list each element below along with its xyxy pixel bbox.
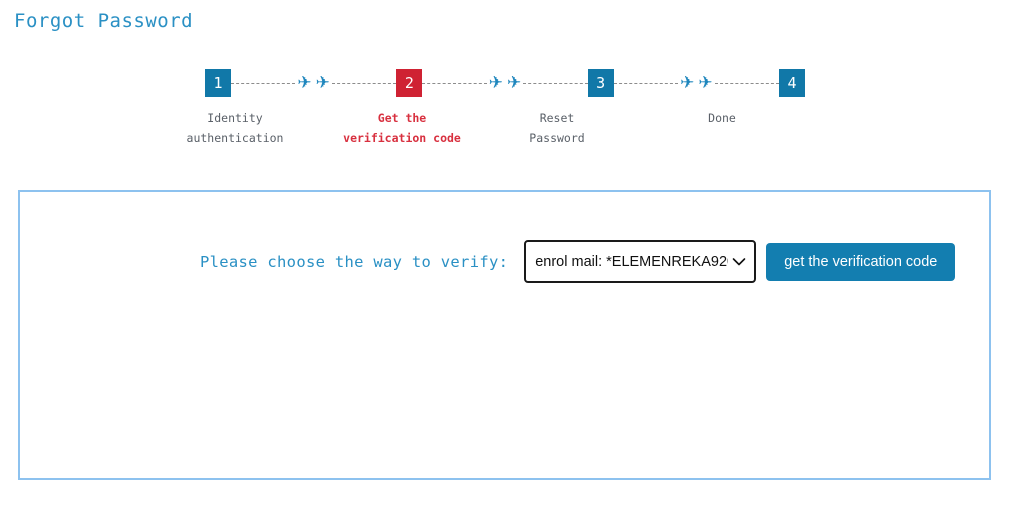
step-label-3: Reset Password [472, 108, 642, 148]
step-connector-2-3: ✈ ✈ [422, 69, 588, 97]
step-label-4: Done [637, 108, 807, 128]
get-verification-code-button[interactable]: get the verification code [766, 242, 956, 281]
step-label-2: Get the verification code [317, 108, 487, 148]
step-label-3-line2: Password [529, 131, 585, 145]
verification-panel: Please choose the way to verify: enrol m… [18, 190, 991, 480]
airplane-icon: ✈ [680, 72, 695, 92]
step-label-3-line1: Reset [539, 111, 575, 125]
connector-dash [523, 82, 588, 84]
step-number-3: 3 [596, 73, 606, 92]
step-number-4: 4 [787, 73, 797, 92]
step-label-4-line1: Done [708, 111, 736, 125]
step-label-1-line2: authentication [186, 131, 284, 145]
step-box-2[interactable]: 2 [396, 69, 423, 97]
verify-method-label: Please choose the way to verify: [200, 252, 509, 271]
stepper-labels: Identity authentication Get the verifica… [150, 108, 860, 163]
airplane-icon: ✈ [297, 72, 312, 92]
step-number-1: 1 [213, 73, 223, 92]
verify-method-row: Please choose the way to verify: enrol m… [200, 240, 956, 283]
connector-dash [613, 82, 679, 84]
step-label-1: Identity authentication [150, 108, 320, 148]
chevron-down-icon [732, 257, 746, 267]
step-label-2-line2: verification code [343, 131, 461, 145]
connector-dash [714, 82, 779, 84]
connector-dash [422, 82, 487, 84]
step-number-2: 2 [404, 73, 414, 92]
step-box-4[interactable]: 4 [778, 69, 805, 97]
airplane-icon: ✈ [488, 72, 503, 92]
step-box-1[interactable]: 1 [205, 69, 231, 97]
airplane-icon: ✈ [315, 72, 330, 92]
stepper-track: 1 ✈ ✈ 2 ✈ ✈ 3 ✈ ✈ 4 [205, 68, 805, 98]
airplane-icon: ✈ [698, 72, 713, 92]
step-connector-1-2: ✈ ✈ [231, 69, 397, 97]
connector-dash [231, 82, 296, 84]
step-label-2-line1: Get the [377, 111, 427, 125]
airplane-icon: ✈ [507, 72, 522, 92]
page-title: Forgot Password [14, 10, 194, 32]
verify-method-select[interactable]: enrol mail: *ELEMENREKA920* [524, 240, 757, 283]
progress-stepper: 1 ✈ ✈ 2 ✈ ✈ 3 ✈ ✈ 4 Identity authenticat… [187, 68, 805, 163]
connector-dash [331, 82, 397, 84]
step-box-3[interactable]: 3 [587, 69, 614, 97]
step-connector-3-4: ✈ ✈ [613, 69, 779, 97]
step-label-1-line1: Identity [207, 111, 263, 125]
verify-method-selected-value: enrol mail: *ELEMENREKA920* [535, 253, 729, 270]
